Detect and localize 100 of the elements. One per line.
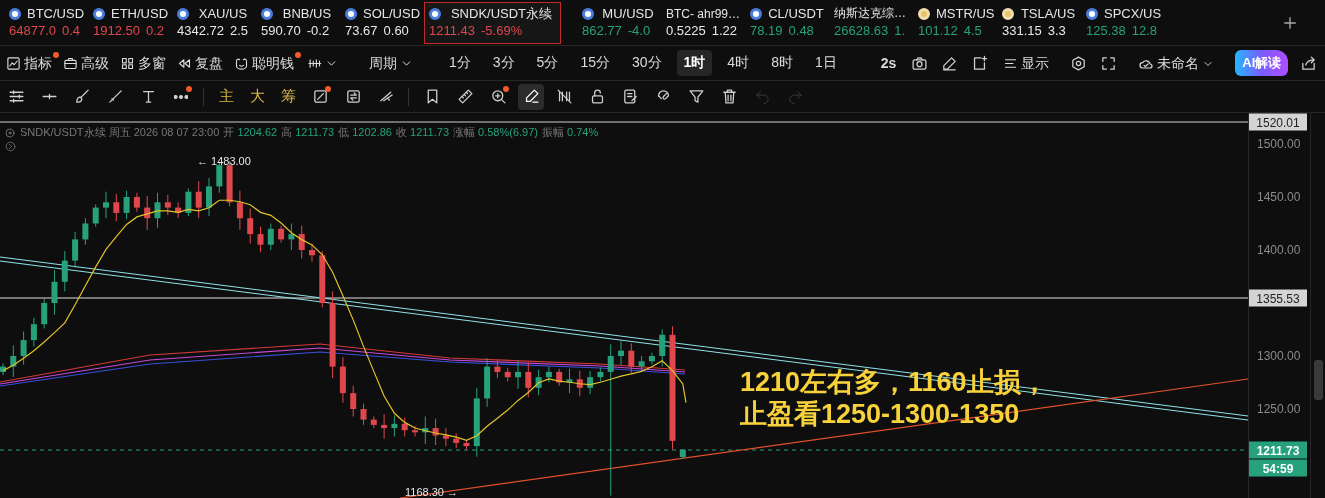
drawing-tool-button[interactable] xyxy=(518,83,544,110)
interval-tab[interactable]: 15分 xyxy=(573,50,617,76)
candlestick xyxy=(113,193,120,222)
interval-tab[interactable]: 4时 xyxy=(720,50,757,76)
interval-tab[interactable]: 30分 xyxy=(624,50,669,76)
indicator-toggle[interactable]: 筹 xyxy=(276,83,301,110)
feature-button[interactable]: 指标 xyxy=(4,51,59,75)
ticker-tab[interactable]: MSTR/US 101.12 4.5 xyxy=(913,1,997,44)
ticker-quote: 0.5225 1.22 xyxy=(666,22,739,40)
notification-dot xyxy=(295,51,301,58)
ohlc-field: 开 1204.62 xyxy=(223,125,278,140)
ticker-tab[interactable]: BTC- ahr99… 0.5225 1.22 xyxy=(661,1,745,44)
interval-tab[interactable]: 5分 xyxy=(529,50,566,76)
candlestick xyxy=(494,359,501,379)
feature-button[interactable]: 多窗 xyxy=(118,51,173,75)
period-menu[interactable]: 周期 xyxy=(367,51,420,75)
candlestick xyxy=(442,427,449,447)
candlestick xyxy=(659,329,666,368)
camera-icon[interactable] xyxy=(911,54,929,72)
fullscreen-icon[interactable] xyxy=(1100,54,1118,72)
collapse-handle[interactable] xyxy=(1314,360,1323,400)
ai-analysis-button[interactable]: AI解读 xyxy=(1235,50,1289,76)
ticker-tab[interactable]: BTC/USD 64877.0 0.4 xyxy=(4,1,88,44)
ticker-symbol: BNB/US xyxy=(282,6,333,21)
feature-button[interactable]: 复盘 xyxy=(175,51,230,75)
notification-dot xyxy=(53,51,59,58)
ohlc-field: 振幅 0.74% xyxy=(542,125,599,140)
candlestick xyxy=(381,413,388,440)
ticker-tab[interactable]: SPCX/US 125.38 12.8 xyxy=(1081,1,1165,44)
pencil-icon[interactable] xyxy=(941,54,959,72)
candlestick xyxy=(535,369,542,396)
candlestick xyxy=(473,387,480,458)
candlestick xyxy=(247,208,254,245)
ticker-quote: 590.70 -0.2 xyxy=(261,22,331,40)
ticker-tab[interactable]: 纳斯达克综… 26628.63 1. xyxy=(829,1,913,44)
candlestick xyxy=(391,414,398,438)
ticker-symbol: SNDK/USDT永续 xyxy=(450,4,554,23)
notification-dot xyxy=(503,85,509,92)
candlestick xyxy=(648,352,655,365)
candlestick xyxy=(545,366,552,383)
ticker-tab[interactable]: ETH/USD 1912.50 0.2 xyxy=(88,1,172,44)
ticker-tab[interactable]: SNDK/USDT永续 1211.43 -5.69% xyxy=(424,1,561,44)
refresh-rate-button[interactable]: 2s xyxy=(873,51,904,75)
axis-tick-label: 1250.00 xyxy=(1257,402,1301,416)
ticker-symbol: SPCX/US xyxy=(1104,6,1162,21)
candlestick xyxy=(288,223,295,251)
ticker-tab[interactable]: XAU/US 4342.72 2.5 xyxy=(172,1,256,44)
ticker-symbol: XAU/US xyxy=(198,6,249,21)
candlestick xyxy=(432,418,439,446)
notification-dot xyxy=(325,85,331,92)
feature-button[interactable]: 聪明钱 xyxy=(232,51,301,75)
feature-button[interactable]: 高级 xyxy=(61,51,116,75)
candlestick xyxy=(10,344,17,378)
interval-tab[interactable]: 3分 xyxy=(485,50,522,76)
coin-logo-icon xyxy=(918,7,930,20)
add-square-icon[interactable] xyxy=(971,54,989,72)
interval-tab[interactable]: 1时 xyxy=(676,50,713,76)
ticker-tab[interactable]: MU/USD 862.77 -4.0 xyxy=(577,1,661,44)
list-icon xyxy=(1003,56,1019,71)
candlestick xyxy=(185,188,192,217)
candlestick xyxy=(350,385,357,417)
ticker-symbol: TSLA/US xyxy=(1020,6,1076,21)
coin-logo-icon xyxy=(582,7,594,20)
settings-icon[interactable] xyxy=(1070,54,1088,72)
bars-icon xyxy=(307,56,322,71)
candlestick xyxy=(72,231,79,269)
layout-name-menu[interactable]: 未命名 xyxy=(1136,51,1222,75)
interval-tab[interactable]: 1日 xyxy=(807,50,844,76)
candlestick xyxy=(195,180,202,219)
expand-icon[interactable] xyxy=(4,140,17,153)
candlestick xyxy=(236,190,243,231)
price-tag: 1211.73 xyxy=(1249,441,1307,459)
display-button[interactable]: 显示 xyxy=(1001,51,1057,75)
indicator-toggle[interactable]: 主 xyxy=(214,83,239,110)
ticker-tab[interactable]: SOL/USD 73.67 0.60 xyxy=(340,1,424,44)
ticker-symbol: ETH/USD xyxy=(111,6,169,21)
candlestick xyxy=(257,226,264,253)
share-icon[interactable] xyxy=(1300,54,1318,72)
candlestick xyxy=(525,361,532,398)
ticker-quote: 78.19 0.48 xyxy=(750,22,815,40)
candlestick xyxy=(556,368,563,387)
axis-tick-label: 1300.00 xyxy=(1257,349,1301,363)
ticker-tab[interactable]: CL/USDT 78.19 0.48 xyxy=(745,1,829,44)
ticker-symbol: CL/USDT xyxy=(768,6,824,21)
candlestick xyxy=(123,190,130,220)
ohlc-field: 收 1211.73 xyxy=(396,125,449,140)
rewind-icon xyxy=(177,56,192,71)
ticker-tab[interactable]: TSLA/US 331.15 3.3 xyxy=(997,1,1081,44)
countdown-tag: 54:59 xyxy=(1249,459,1307,477)
ticker-symbol: BTC/USD xyxy=(27,6,85,21)
interval-tab[interactable]: 8时 xyxy=(764,50,800,76)
price-tag: 1355.53 xyxy=(1249,289,1307,307)
indicator-toggle[interactable]: 大 xyxy=(245,83,270,110)
notification-dot xyxy=(186,85,192,92)
candlestick xyxy=(319,250,326,308)
candlestick xyxy=(504,367,511,382)
price-tag: 1520.01 xyxy=(1249,113,1307,131)
interval-tab[interactable]: 1分 xyxy=(442,50,478,76)
ticker-tab[interactable]: BNB/US 590.70 -0.2 xyxy=(256,1,340,44)
ticker-quote: 4342.72 2.5 xyxy=(177,22,250,40)
